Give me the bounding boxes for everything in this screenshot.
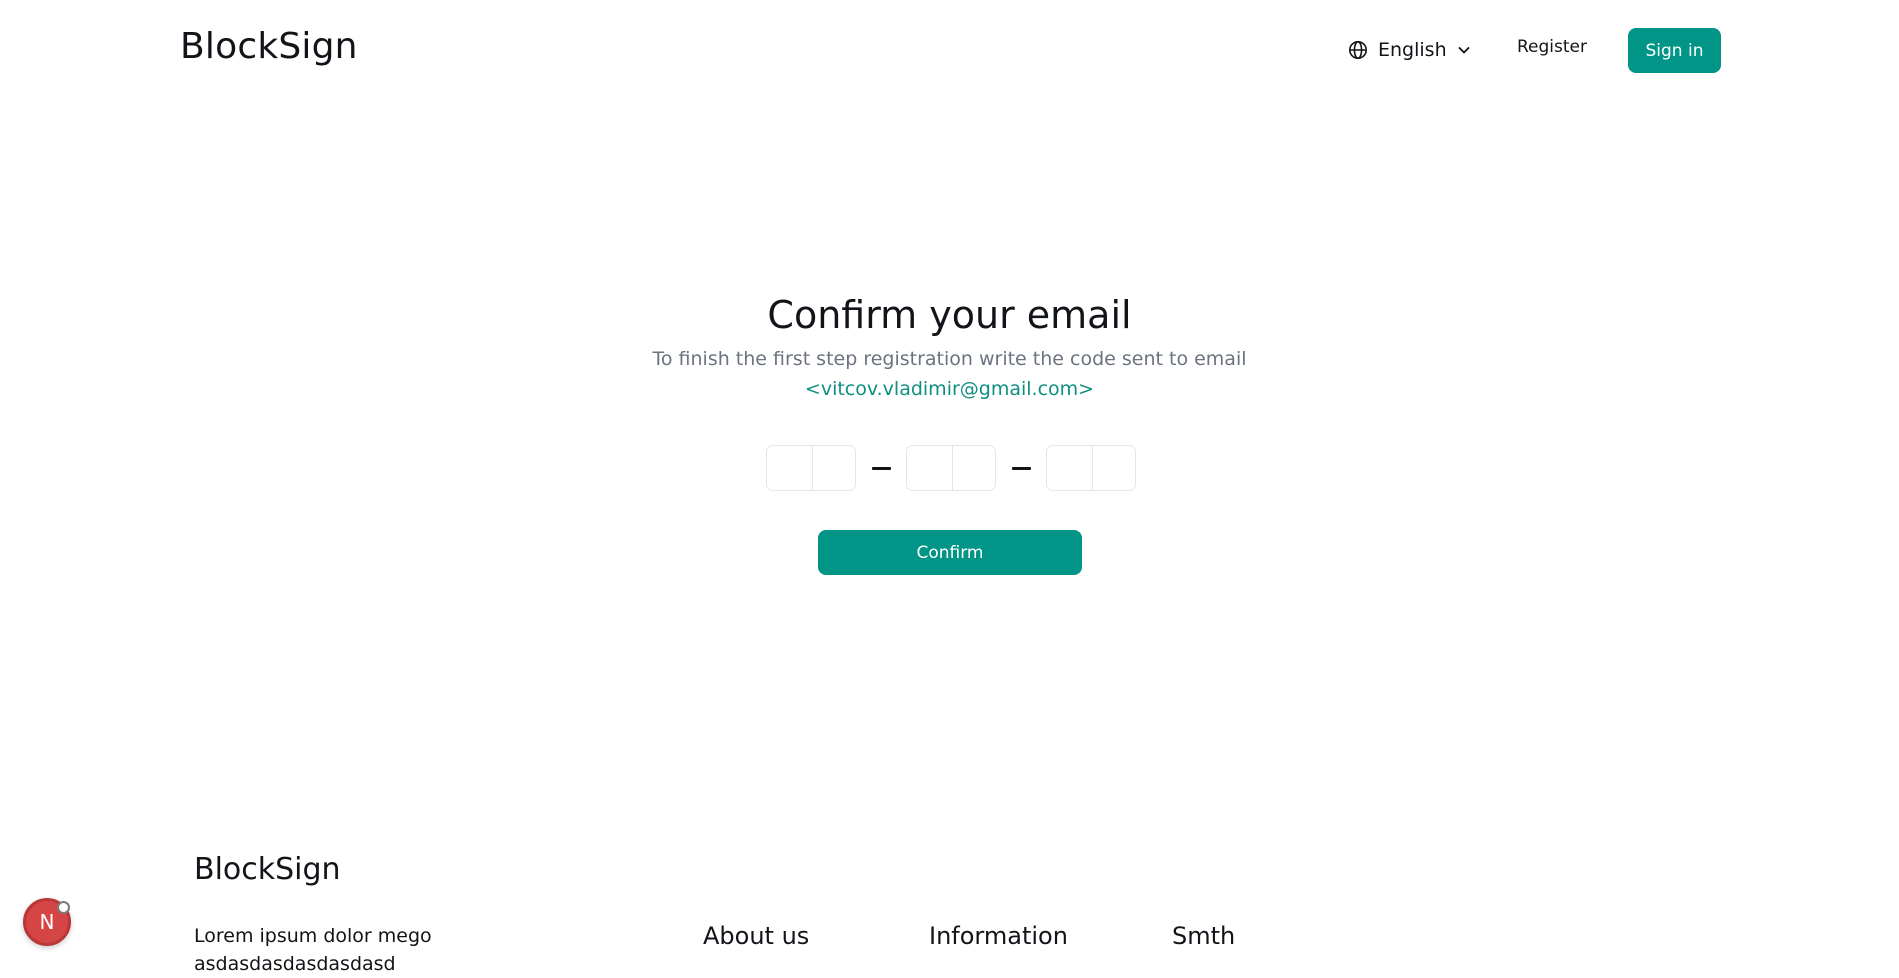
register-link[interactable]: Register	[1517, 37, 1587, 57]
email-address: <vitcov.vladimir@gmail.com>	[804, 378, 1095, 400]
footer-smth-heading[interactable]: Smth	[1172, 922, 1235, 950]
footer-information-heading[interactable]: Information	[929, 922, 1068, 950]
language-selector[interactable]: English	[1348, 34, 1471, 66]
code-digit-6[interactable]	[1092, 446, 1135, 490]
code-digit-3[interactable]	[907, 446, 952, 490]
instruction-text: To finish the first step registration wr…	[652, 348, 1247, 370]
header: BlockSign English Register Sign in	[0, 0, 1899, 100]
confirm-button[interactable]: Confirm	[818, 530, 1082, 575]
code-digit-4[interactable]	[952, 446, 995, 490]
code-group-3	[1046, 445, 1136, 491]
footer-logo[interactable]: BlockSign	[194, 852, 341, 887]
logo[interactable]: BlockSign	[180, 26, 358, 67]
globe-icon	[1348, 40, 1368, 60]
footer-about-us-heading[interactable]: About us	[703, 922, 809, 950]
code-group-2	[906, 445, 996, 491]
code-digit-1[interactable]	[767, 446, 812, 490]
notification-dot-icon	[57, 901, 70, 914]
verification-code-input	[766, 445, 1136, 491]
page-title: Confirm your email	[767, 293, 1132, 337]
code-separator	[996, 466, 1046, 470]
code-group-1	[766, 445, 856, 491]
code-digit-2[interactable]	[812, 446, 855, 490]
language-label: English	[1378, 39, 1447, 61]
code-separator	[856, 466, 906, 470]
badge-letter: N	[39, 910, 55, 934]
code-digit-5[interactable]	[1047, 446, 1092, 490]
chevron-down-icon	[1457, 43, 1471, 57]
sign-in-button[interactable]: Sign in	[1628, 28, 1721, 73]
